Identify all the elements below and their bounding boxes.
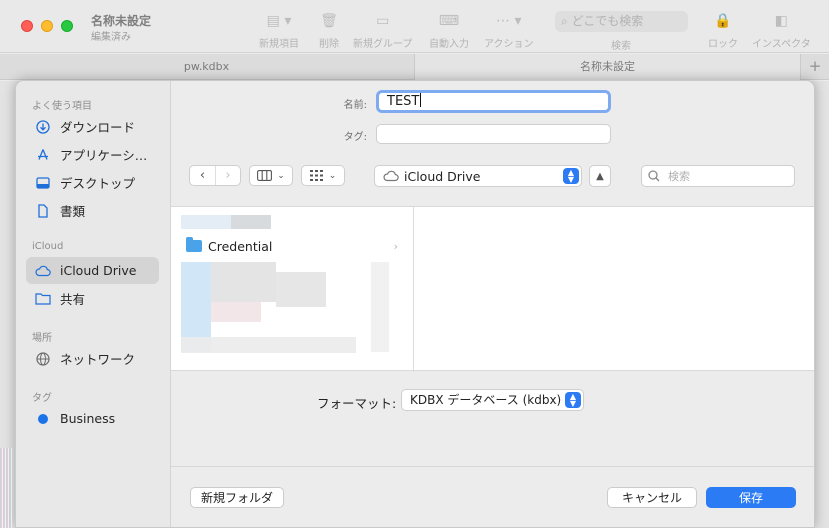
chevron-right-icon: › xyxy=(225,168,231,183)
minimize-window-button[interactable] xyxy=(41,20,53,32)
globe-icon xyxy=(35,351,51,367)
edge-artifact xyxy=(0,448,12,528)
forward-button[interactable]: › xyxy=(214,166,240,185)
format-popup[interactable]: KDBX データベース (kdbx) ▲ ▼ xyxy=(401,389,584,411)
save-button[interactable]: 保存 xyxy=(706,487,796,508)
search-input[interactable]: 検索 xyxy=(641,165,795,187)
add-tab-button[interactable]: + xyxy=(800,54,829,80)
document-icon xyxy=(35,203,51,219)
sidebar-item-downloads[interactable]: ダウンロード xyxy=(26,113,159,140)
sidebar-item-applications[interactable]: アプリケーシ… xyxy=(26,141,159,168)
search-icon: ⌕ xyxy=(561,14,568,28)
download-icon xyxy=(35,119,51,135)
file-browser: Credential › xyxy=(171,206,814,372)
tab-untitled[interactable]: 名称未設定 xyxy=(414,54,800,80)
tags-heading: タグ xyxy=(32,393,52,404)
keyboard-icon: ⌨ xyxy=(438,13,460,29)
search-icon xyxy=(648,170,660,182)
tags-input[interactable] xyxy=(376,124,611,144)
save-sidebar: よく使う項目 ダウンロード アプリケーシ… デスクトップ 書類 iCloud i… xyxy=(16,81,171,527)
sidebar-item-network[interactable]: ネットワーク xyxy=(26,345,159,372)
group-by-button[interactable]: ⌄ xyxy=(301,165,345,186)
cloud-icon xyxy=(35,263,51,279)
tab-bar: pw.kdbx 名称未設定 + xyxy=(0,54,829,80)
zoom-window-button[interactable] xyxy=(61,20,73,32)
new-folder-button[interactable]: 新規フォルダ xyxy=(190,487,284,508)
new-group-button[interactable]: ▭ 新規グループ xyxy=(353,12,412,50)
desktop-icon xyxy=(35,175,51,191)
sidebar-item-shared[interactable]: 共有 xyxy=(26,285,159,312)
autotype-button[interactable]: ⌨ 自動入力 xyxy=(429,12,469,50)
text-caret xyxy=(420,93,422,107)
cancel-button[interactable]: キャンセル xyxy=(607,487,697,508)
action-button[interactable]: ⋯ ▾ アクション xyxy=(484,12,534,50)
location-popup[interactable]: iCloud Drive ▲ ▼ xyxy=(374,165,582,187)
blurred-item xyxy=(211,302,261,322)
blurred-item xyxy=(371,262,389,352)
folder-row-credential[interactable]: Credential › xyxy=(171,236,413,256)
blurred-item xyxy=(276,272,326,307)
folder-icon xyxy=(186,237,202,252)
history-nav: ‹ › xyxy=(189,165,241,186)
close-window-button[interactable] xyxy=(21,20,33,32)
trash-icon: 🗑 xyxy=(320,13,338,29)
back-button[interactable]: ‹ xyxy=(190,166,215,185)
applications-icon xyxy=(35,147,51,163)
format-label: フォーマット: xyxy=(317,396,397,411)
footer-divider xyxy=(171,466,814,467)
chevron-down-icon: ⌄ xyxy=(328,170,337,181)
locations-heading: 場所 xyxy=(32,333,52,344)
columns-view-icon xyxy=(257,170,273,181)
cloud-icon xyxy=(383,170,399,182)
view-mode-button[interactable]: ⌄ xyxy=(249,165,293,186)
inspector-button[interactable]: ◧ インスペクタ xyxy=(752,12,811,50)
chevron-left-icon: ‹ xyxy=(199,168,206,183)
window-subtitle: 編集済み xyxy=(91,32,131,43)
global-search-field[interactable]: ⌕ どこでも検索 xyxy=(555,11,688,32)
blurred-item xyxy=(231,215,271,229)
tags-label: タグ: xyxy=(343,132,367,143)
sidebar-item-desktop[interactable]: デスクトップ xyxy=(26,169,159,196)
sidebar-icon: ◧ xyxy=(774,13,788,29)
blurred-item xyxy=(181,337,356,353)
save-sheet: よく使う項目 ダウンロード アプリケーシ… デスクトップ 書類 iCloud i… xyxy=(15,80,815,528)
browser-column: Credential › xyxy=(171,207,414,372)
search-label: 検索 xyxy=(611,41,631,52)
popup-stepper-icon: ▲ ▼ xyxy=(563,168,579,184)
window-title: 名称未設定 xyxy=(91,14,152,28)
chevron-down-icon: ⌄ xyxy=(277,170,285,181)
name-label: 名前: xyxy=(343,100,367,111)
lock-icon: 🔒 xyxy=(714,13,732,29)
save-main-pane: 名前: TEST タグ: ‹ › ⌄ ⌄ iCloud Drive ▲ ▼ ▲ 検… xyxy=(171,81,814,527)
favorites-heading: よく使う項目 xyxy=(32,101,92,112)
collapse-browser-button[interactable]: ▲ xyxy=(589,165,611,187)
shared-folder-icon xyxy=(35,291,51,307)
chevron-up-icon: ▲ xyxy=(596,170,604,182)
new-entry-button[interactable]: ▤ ▾ 新規項目 xyxy=(259,12,299,50)
sidebar-item-icloud-drive[interactable]: iCloud Drive xyxy=(26,257,159,284)
title-bar: 名称未設定 編集済み ▤ ▾ 新規項目 🗑 削除 ▭ 新規グループ ⌨ 自動入力… xyxy=(0,0,829,53)
list-icon: ▤ ▾ xyxy=(266,13,292,29)
tab-pw-kdbx[interactable]: pw.kdbx xyxy=(0,54,413,80)
folder-plus-icon: ▭ xyxy=(376,13,390,29)
tag-dot-icon xyxy=(35,411,51,427)
blurred-item xyxy=(211,262,276,302)
sidebar-item-documents[interactable]: 書類 xyxy=(26,197,159,224)
sidebar-item-tag-business[interactable]: Business xyxy=(26,405,159,432)
icloud-heading: iCloud xyxy=(32,241,64,252)
ellipsis-icon: ⋯ ▾ xyxy=(496,13,522,29)
chevron-right-icon: › xyxy=(393,239,398,253)
grid-icon xyxy=(309,170,323,181)
file-name-input[interactable]: TEST xyxy=(376,90,611,113)
lock-button[interactable]: 🔒 ロック xyxy=(708,12,738,50)
popup-stepper-icon: ▲ ▼ xyxy=(565,392,581,408)
delete-button[interactable]: 🗑 削除 xyxy=(319,12,339,50)
window-controls xyxy=(21,20,73,32)
